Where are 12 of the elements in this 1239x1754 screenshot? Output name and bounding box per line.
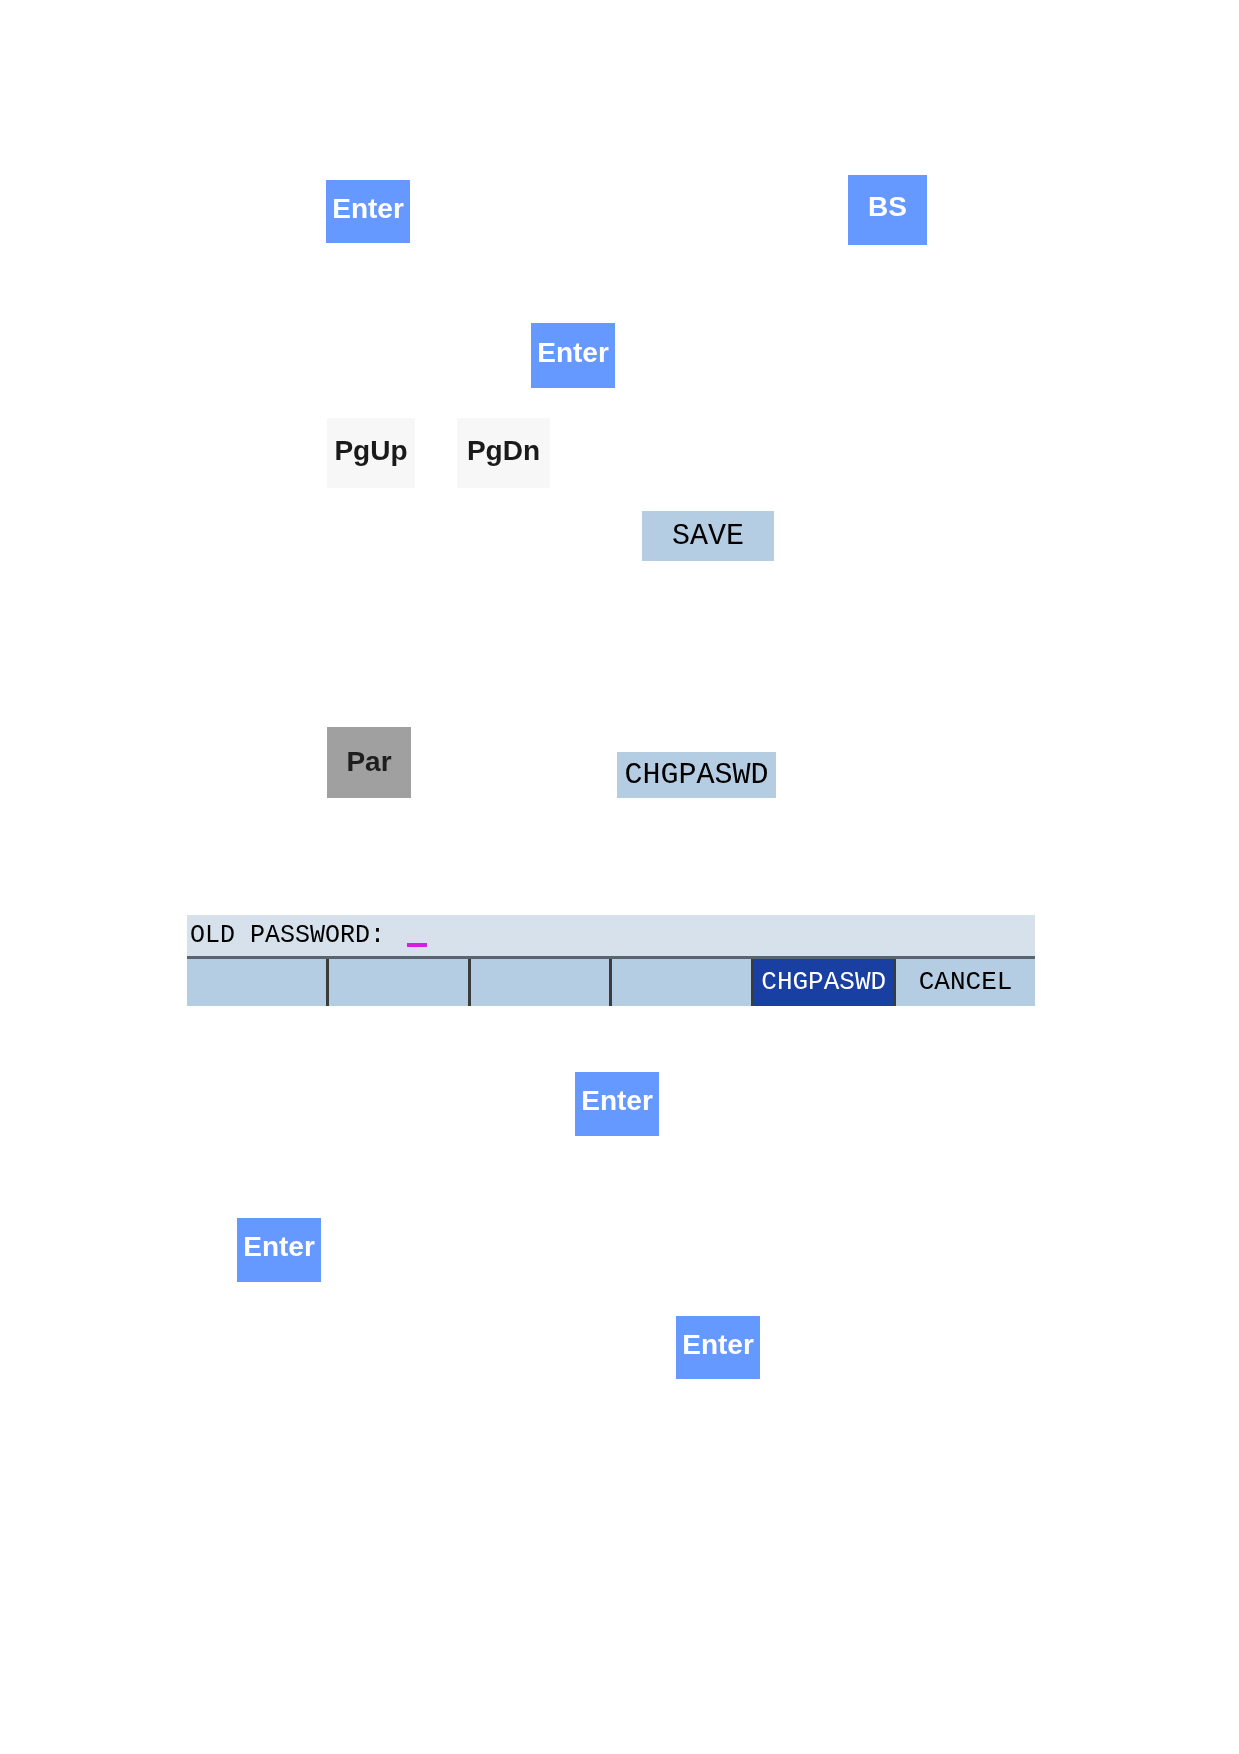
softkey-button[interactable] bbox=[187, 959, 326, 1006]
softkey-button[interactable]: CHGPASWD bbox=[617, 752, 776, 798]
key-button[interactable]: PgDn bbox=[457, 418, 550, 488]
key-button[interactable]: PgUp bbox=[327, 418, 415, 488]
softkey-button[interactable]: SAVE bbox=[642, 511, 774, 561]
prompt-label: OLD PASSWORD: bbox=[190, 923, 386, 948]
softkey-button[interactable]: CHGPASWD bbox=[754, 959, 894, 1006]
softkey-button[interactable] bbox=[612, 959, 752, 1006]
softkey-button[interactable] bbox=[470, 959, 610, 1006]
softkey-button[interactable]: CANCEL bbox=[896, 959, 1035, 1006]
softkey-button[interactable] bbox=[328, 959, 468, 1006]
key-button[interactable]: Par bbox=[327, 727, 411, 798]
